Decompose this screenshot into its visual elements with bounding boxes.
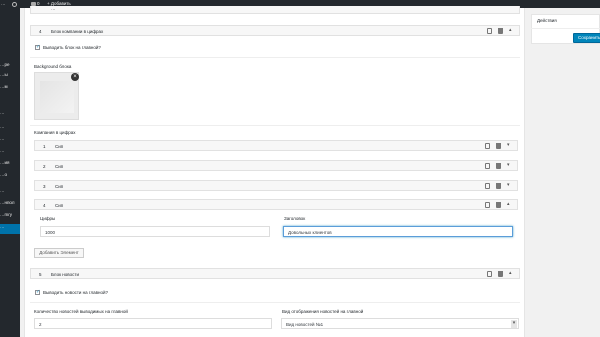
add-element-button[interactable]: Добавить Элемент: [34, 248, 84, 258]
heading-label: Заголовок: [284, 216, 306, 221]
save-button[interactable]: Сохранить: [573, 33, 600, 43]
wordpress-logo-icon[interactable]: [12, 1, 17, 7]
remove-image-icon[interactable]: ×: [71, 73, 79, 81]
admin-menu-item[interactable]: …: [0, 148, 5, 153]
show-block-label: Выводить блок на главной?: [43, 45, 101, 50]
show-news-checkbox[interactable]: [35, 289, 40, 295]
collapse-arrow-icon[interactable]: ▴: [507, 201, 510, 207]
repeater-row-label: Сип: [55, 144, 64, 149]
repeater-row-label: Сип: [55, 203, 64, 208]
trash-icon[interactable]: [496, 183, 501, 189]
companies-section-title: Компания в цифрах: [34, 130, 76, 135]
admin-menu-item[interactable]: …м: [0, 84, 8, 89]
admin-menu-item[interactable]: …: [0, 188, 5, 193]
repeater-row-actions: ▾: [485, 142, 513, 149]
trash-icon[interactable]: [496, 202, 501, 208]
trash-icon[interactable]: [496, 163, 501, 169]
admin-menu-item[interactable]: …: [0, 110, 5, 115]
admin-menu-item[interactable]: …mry: [0, 212, 12, 217]
repeater-row-label: Сип: [55, 164, 64, 169]
admin-menu-item-active[interactable]: …: [0, 224, 20, 234]
repeater-row-header[interactable]: 3 Сип ▾: [34, 180, 518, 191]
digits-label: Цифры: [40, 216, 56, 221]
repeater-row-header[interactable]: 4 Сип ▴: [34, 199, 518, 210]
show-block-checkbox[interactable]: [35, 44, 40, 50]
admin-menu-item[interactable]: …: [0, 136, 5, 141]
admin-menu-item[interactable]: …о: [0, 172, 7, 177]
duplicate-icon[interactable]: [485, 202, 490, 208]
expand-arrow-icon[interactable]: ▾: [507, 162, 510, 168]
block-row-header[interactable]: …: [30, 6, 520, 14]
admin-menu-item[interactable]: …нпол: [0, 200, 14, 205]
duplicate-icon[interactable]: [487, 28, 492, 34]
heading-input[interactable]: Довольных клиентов: [283, 226, 513, 237]
block-row-number: 4: [39, 29, 42, 34]
news-view-select[interactable]: Вид новостей №1: [281, 318, 519, 329]
repeater-row-actions: ▴: [485, 201, 513, 208]
admin-menu-item[interactable]: …ия: [0, 160, 9, 165]
admin-menu-item[interactable]: …: [0, 124, 5, 129]
admin-bar-site[interactable]: …: [1, 1, 6, 6]
repeater-row-header[interactable]: 2 Сип ▾: [34, 160, 518, 171]
duplicate-icon[interactable]: [485, 143, 490, 149]
admin-menu: …pe …ы …м … … … … …ия …о … …нпол …mry …: [0, 8, 20, 337]
actions-title: Действия: [537, 18, 557, 23]
collapse-arrow-icon[interactable]: ▴: [509, 27, 512, 33]
news-count-label: Количество новостей выводимых на главной: [34, 309, 128, 314]
block-row-title: Блок новости: [51, 272, 79, 277]
divider: [30, 57, 520, 58]
block-row-header[interactable]: 4 Блок компании в цифрах ▴: [30, 25, 520, 36]
trash-icon[interactable]: [498, 28, 503, 34]
repeater-row-header[interactable]: 1 Сип ▾: [34, 140, 518, 151]
trash-icon[interactable]: [496, 143, 501, 149]
block-row-number: 5: [39, 272, 42, 277]
repeater-row-label: Сип: [55, 184, 64, 189]
repeater-row-number: 3: [43, 184, 46, 189]
image-placeholder: [40, 81, 74, 113]
duplicate-icon[interactable]: [485, 183, 490, 189]
collapse-arrow-icon[interactable]: ▴: [509, 270, 512, 276]
admin-menu-item[interactable]: …ы: [0, 72, 8, 77]
block-row-actions: ▴: [487, 270, 515, 277]
divider: [531, 28, 600, 29]
digits-input[interactable]: 1000: [40, 226, 270, 237]
show-news-label: Выводить новости на главной?: [43, 290, 108, 295]
repeater-row-number: 1: [43, 144, 46, 149]
block-row-title: Блок компании в цифрах: [51, 29, 104, 34]
repeater-row-number: 2: [43, 164, 46, 169]
repeater-row-number: 4: [43, 203, 46, 208]
divider: [30, 302, 520, 303]
admin-menu-item[interactable]: …pe: [0, 62, 10, 67]
block-row-label: …: [51, 6, 56, 11]
news-view-label: Вид отображения новостей на главной: [282, 309, 364, 314]
block-row-actions: ▴: [487, 27, 515, 34]
block-row-header[interactable]: 5 Блок новости ▴: [30, 268, 520, 279]
duplicate-icon[interactable]: [485, 163, 490, 169]
duplicate-icon[interactable]: [487, 271, 492, 277]
repeater-row-actions: ▾: [485, 162, 513, 169]
repeater-row-actions: ▾: [485, 182, 513, 189]
expand-arrow-icon[interactable]: ▾: [507, 182, 510, 188]
trash-icon[interactable]: [498, 271, 503, 277]
background-label: Background блока: [34, 64, 72, 69]
news-count-input[interactable]: 2: [34, 318, 272, 329]
expand-arrow-icon[interactable]: ▾: [507, 142, 510, 148]
divider: [30, 125, 520, 126]
